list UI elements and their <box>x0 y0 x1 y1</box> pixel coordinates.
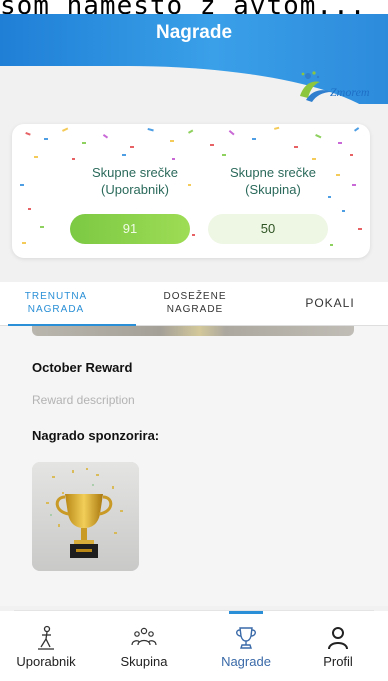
sponsor-label: Nagrado sponzorira: <box>32 428 160 443</box>
tab-trophies[interactable]: POKALI <box>275 297 385 310</box>
nav-label-skupina: Skupina <box>120 654 168 669</box>
sponsor-image[interactable] <box>32 462 139 571</box>
trophy-icon <box>236 627 256 649</box>
page-title: Nagrade <box>155 22 233 43</box>
tab-current-reward[interactable]: TRENUTNA NAGRADA <box>6 290 106 316</box>
logo-text: Zmorem <box>330 85 370 99</box>
points-card: Skupne srečke (Uporabnik) Skupne srečke … <box>12 124 370 258</box>
group-icon <box>131 627 157 646</box>
profile-icon <box>328 627 348 650</box>
notification-text: som namesto z avtom... <box>0 0 366 14</box>
nav-item-uporabnik[interactable]: Uporabnik <box>6 625 86 669</box>
bottom-navigation: Uporabnik Skupina Nagrade Profil <box>0 611 388 681</box>
group-points-label-text: Skupne srečke (Skupina) <box>230 165 316 197</box>
nav-label-profil: Profil <box>323 654 353 669</box>
group-points-value: 50 <box>208 214 328 244</box>
nav-item-skupina[interactable]: Skupina <box>104 625 184 669</box>
reward-description: Reward description <box>32 393 135 407</box>
notification-banner[interactable]: som namesto z avtom... <box>0 0 388 14</box>
reward-image <box>32 326 354 336</box>
nav-item-nagrade[interactable]: Nagrade <box>206 625 286 669</box>
reward-tabs: TRENUTNA NAGRADA DOSEŽENE NAGRADE POKALI <box>0 282 388 326</box>
nav-label-uporabnik: Uporabnik <box>16 654 76 669</box>
reward-title: October Reward <box>32 360 133 375</box>
reward-content: October Reward Reward description Nagrad… <box>0 326 388 606</box>
group-points-label: Skupne srečke (Skupina) <box>198 164 348 198</box>
active-nav-indicator <box>229 611 263 614</box>
user-points-label-text: Skupne srečke (Uporabnik) <box>92 165 178 197</box>
user-icon <box>38 625 54 650</box>
user-points-label: Skupne srečke (Uporabnik) <box>60 164 210 198</box>
trophy-image-icon <box>32 462 139 571</box>
screen: som namesto z avtom... Nagrade Zmorem <box>0 0 388 681</box>
nav-item-profil[interactable]: Profil <box>298 625 378 669</box>
nav-label-nagrade: Nagrade <box>221 654 271 669</box>
zmorem-logo: Zmorem <box>294 66 384 110</box>
user-points-value: 91 <box>70 214 190 244</box>
tab-achieved-rewards[interactable]: DOSEŽENE NAGRADE <box>145 290 245 316</box>
